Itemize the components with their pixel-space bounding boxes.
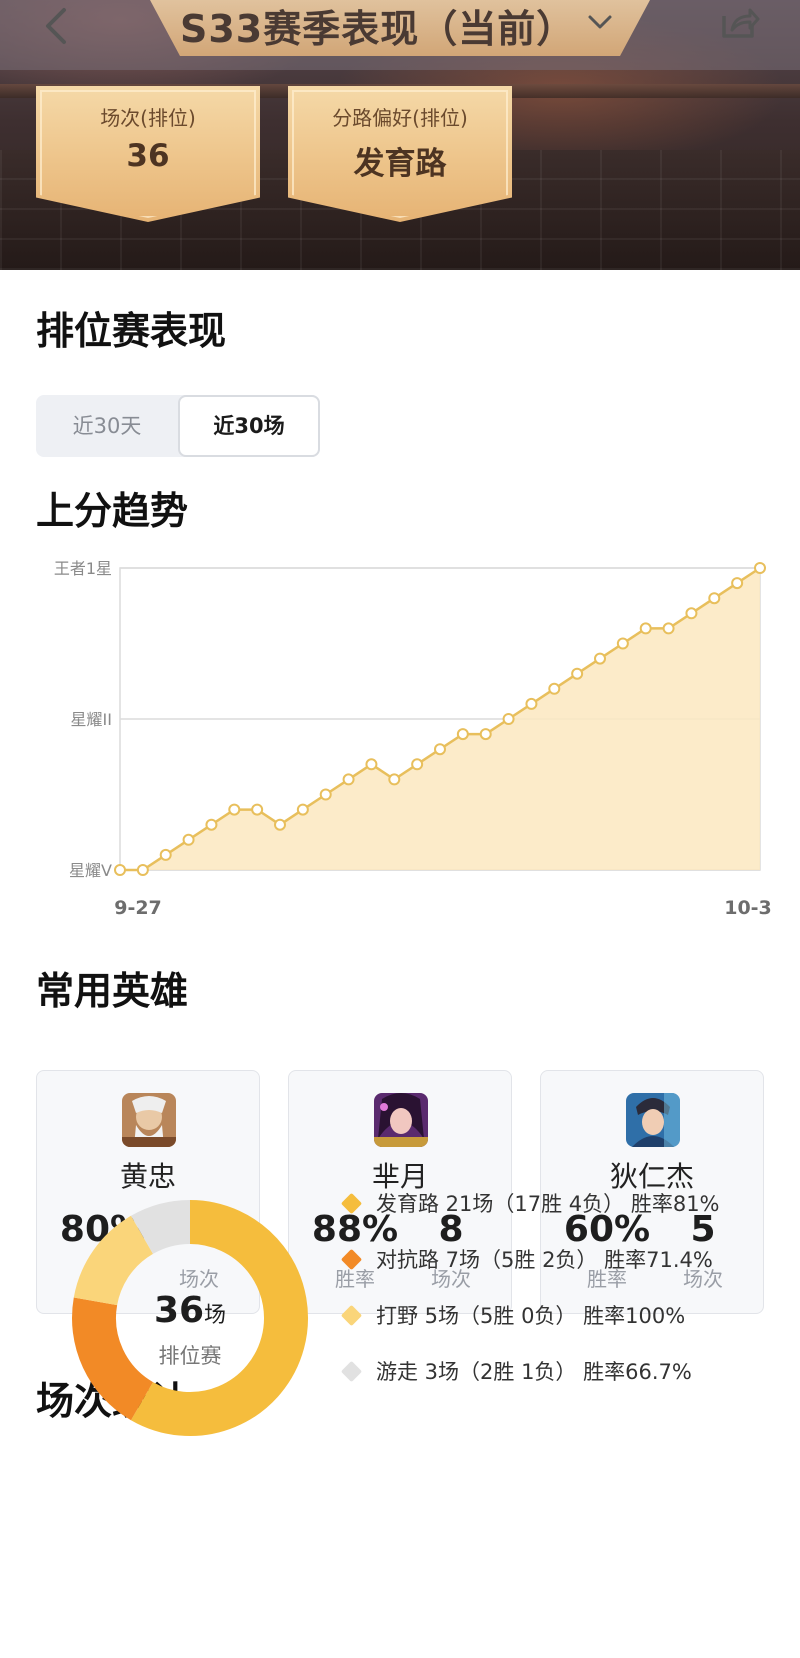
hero-name: 黄忠 xyxy=(119,1160,176,1193)
trend-point xyxy=(274,818,286,831)
badge-value: 发育路 xyxy=(353,146,447,182)
trend-point xyxy=(662,622,675,635)
legend-text: 游走 3场（2胜 1负） 胜率66.7% xyxy=(376,1360,692,1384)
hero-avatar xyxy=(626,1093,680,1147)
donut-total-unit: 场 xyxy=(204,1303,227,1328)
trend-point xyxy=(685,607,698,620)
trend-point xyxy=(548,682,561,695)
badge-label: 分路偏好(排位) xyxy=(332,106,468,130)
trend-point xyxy=(502,713,515,725)
trend-point xyxy=(388,773,401,786)
hero-avatar xyxy=(374,1093,428,1147)
back-arrow-icon[interactable] xyxy=(40,6,74,46)
trend-point xyxy=(251,803,264,816)
trend-point xyxy=(754,562,766,574)
x-tick-label: 9-27 xyxy=(114,897,162,919)
trend-point xyxy=(456,728,469,741)
trend-point xyxy=(205,818,218,831)
badge-label: 场次(排位) xyxy=(100,106,196,130)
ranked-section-title: 排位赛表现 xyxy=(36,309,227,353)
donut-total-label: 排位赛 xyxy=(158,1344,222,1368)
x-tick-label: 10-3 xyxy=(724,897,772,919)
donut-total-value: 36 xyxy=(153,1290,205,1331)
trend-point xyxy=(708,592,721,605)
content-panel: 排位赛表现 近30天 近30场 上分趋势 星耀V 星耀II 王者1星 9-27 10-3… xyxy=(0,270,800,1658)
trend-point xyxy=(182,833,195,846)
heroes-section-title: 常用英雄 xyxy=(36,969,189,1013)
donut-total: 36场 xyxy=(70,1290,310,1331)
trend-point xyxy=(616,637,629,650)
trend-point xyxy=(411,758,424,771)
y-tick-label: 星耀II xyxy=(71,710,112,729)
tab-last-30-days[interactable]: 近30天 xyxy=(36,395,178,457)
hero-avatar xyxy=(122,1093,176,1147)
trend-point xyxy=(136,864,149,876)
trend-point xyxy=(296,803,309,816)
trend-point xyxy=(639,622,652,635)
rank-trend-chart: 星耀V 星耀II 王者1星 9-27 10-3 xyxy=(0,559,800,940)
donut-center: 36场 排位赛 xyxy=(70,1198,310,1438)
legend-text: 对抗路 7场（5胜 2负） 胜率71.4% xyxy=(376,1248,713,1272)
trend-point xyxy=(114,864,126,876)
badge-value: 36 xyxy=(126,138,170,174)
y-tick-label: 王者1星 xyxy=(54,560,112,578)
tab-last-30-games[interactable]: 近30场 xyxy=(178,395,320,457)
trend-point xyxy=(571,667,584,680)
trend-point xyxy=(434,743,446,756)
trend-point xyxy=(731,577,744,590)
legend-text: 发育路 21场（17胜 4负） 胜率81% xyxy=(376,1192,720,1216)
badge-lane-preference: 分路偏好(排位) 发育路 xyxy=(288,86,512,222)
trend-point xyxy=(525,697,538,710)
legend-text: 打野 5场（5胜 0负） 胜率100% xyxy=(376,1304,686,1328)
trend-point xyxy=(228,803,241,816)
trend-point xyxy=(342,773,355,786)
chevron-down-icon[interactable] xyxy=(586,10,614,34)
share-icon[interactable] xyxy=(718,2,760,42)
trend-section-title: 上分趋势 xyxy=(36,489,189,533)
trend-point xyxy=(319,788,332,801)
badge-ranked-games: 场次(排位) 36 xyxy=(36,86,260,222)
trend-point xyxy=(479,728,492,741)
rank-trend-svg: 星耀V 星耀II 王者1星 9-27 10-3 xyxy=(54,559,772,919)
y-tick-label: 星耀V xyxy=(69,861,112,880)
time-range-tabs: 近30天 近30场 xyxy=(36,395,320,457)
trend-point xyxy=(594,652,606,665)
trend-point xyxy=(365,758,378,771)
season-header: S33赛季表现（当前） 场次(排位) 36 分路偏好(排位) 发育路 xyxy=(0,0,800,270)
trend-point xyxy=(159,848,172,861)
season-title[interactable]: S33赛季表现（当前） xyxy=(180,0,575,51)
